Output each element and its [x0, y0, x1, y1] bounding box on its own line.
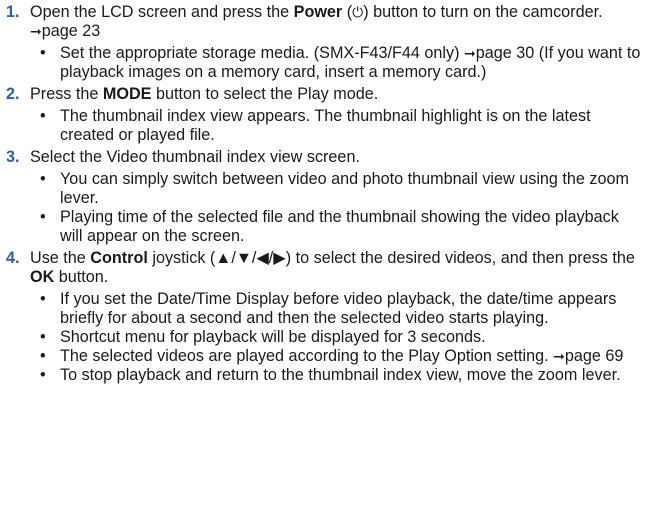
step-4: 4. Use the Control joystick (▲/▼/◀/▶) to…: [6, 249, 645, 385]
step-text: Open the LCD screen and press the Power …: [30, 3, 603, 40]
page-arrow-icon: ➞: [553, 348, 565, 364]
step-number: 2.: [6, 85, 20, 103]
bullet-item: • If you set the Date/Time Display before…: [40, 290, 617, 327]
bullet-dot: •: [40, 347, 46, 365]
page-arrow-icon: ➞: [30, 23, 42, 39]
manual-page: 1. Open the LCD screen and press the Pow…: [0, 0, 649, 385]
step-2: 2. Press the MODE button to select the P…: [6, 85, 645, 145]
bullet-item: • The selected videos are played accordin…: [40, 347, 624, 365]
bullet-dot: •: [40, 366, 46, 384]
bullet-dot: •: [40, 290, 46, 308]
bullet-dot: •: [40, 170, 46, 188]
bullet-item: • You can simply switch between video and…: [40, 170, 629, 207]
step-3: 3. Select the Video thumbnail index view…: [6, 148, 645, 246]
step-text: Select the Video thumbnail index view sc…: [30, 148, 360, 166]
bullet-item: • Playing time of the selected file and t…: [40, 208, 619, 245]
bullet-dot: •: [40, 328, 46, 346]
page-ref: page 23: [41, 22, 101, 40]
step-number: 4.: [6, 249, 20, 267]
step-text: Press the MODE button to select the Play…: [30, 85, 379, 103]
bullet-item: • The thumbnail index view appears. The t…: [40, 107, 591, 144]
bullet-item: • Set the appropriate storage media. (SMX…: [40, 44, 641, 81]
step-text: Use the Control joystick (▲/▼/◀/▶) to se…: [30, 249, 635, 286]
bullet-dot: •: [40, 208, 46, 226]
bullet-dot: •: [40, 44, 46, 62]
page-arrow-icon: ➞: [463, 45, 476, 61]
step-number: 3.: [6, 148, 20, 166]
step-number: 1.: [6, 3, 20, 21]
mode-button-label: MODE: [102, 85, 152, 103]
bullet-dot: •: [40, 107, 46, 125]
step-1: 1. Open the LCD screen and press the Pow…: [6, 3, 645, 82]
ok-button-label: OK: [30, 268, 55, 286]
bullet-item: • Shortcut menu for playback will be disp…: [40, 328, 486, 346]
bullet-item: • To stop playback and return to the thum…: [40, 366, 621, 384]
power-icon: ⏻: [352, 4, 364, 20]
control-joystick-label: Control: [90, 249, 148, 267]
power-button-label: Power: [293, 3, 343, 21]
